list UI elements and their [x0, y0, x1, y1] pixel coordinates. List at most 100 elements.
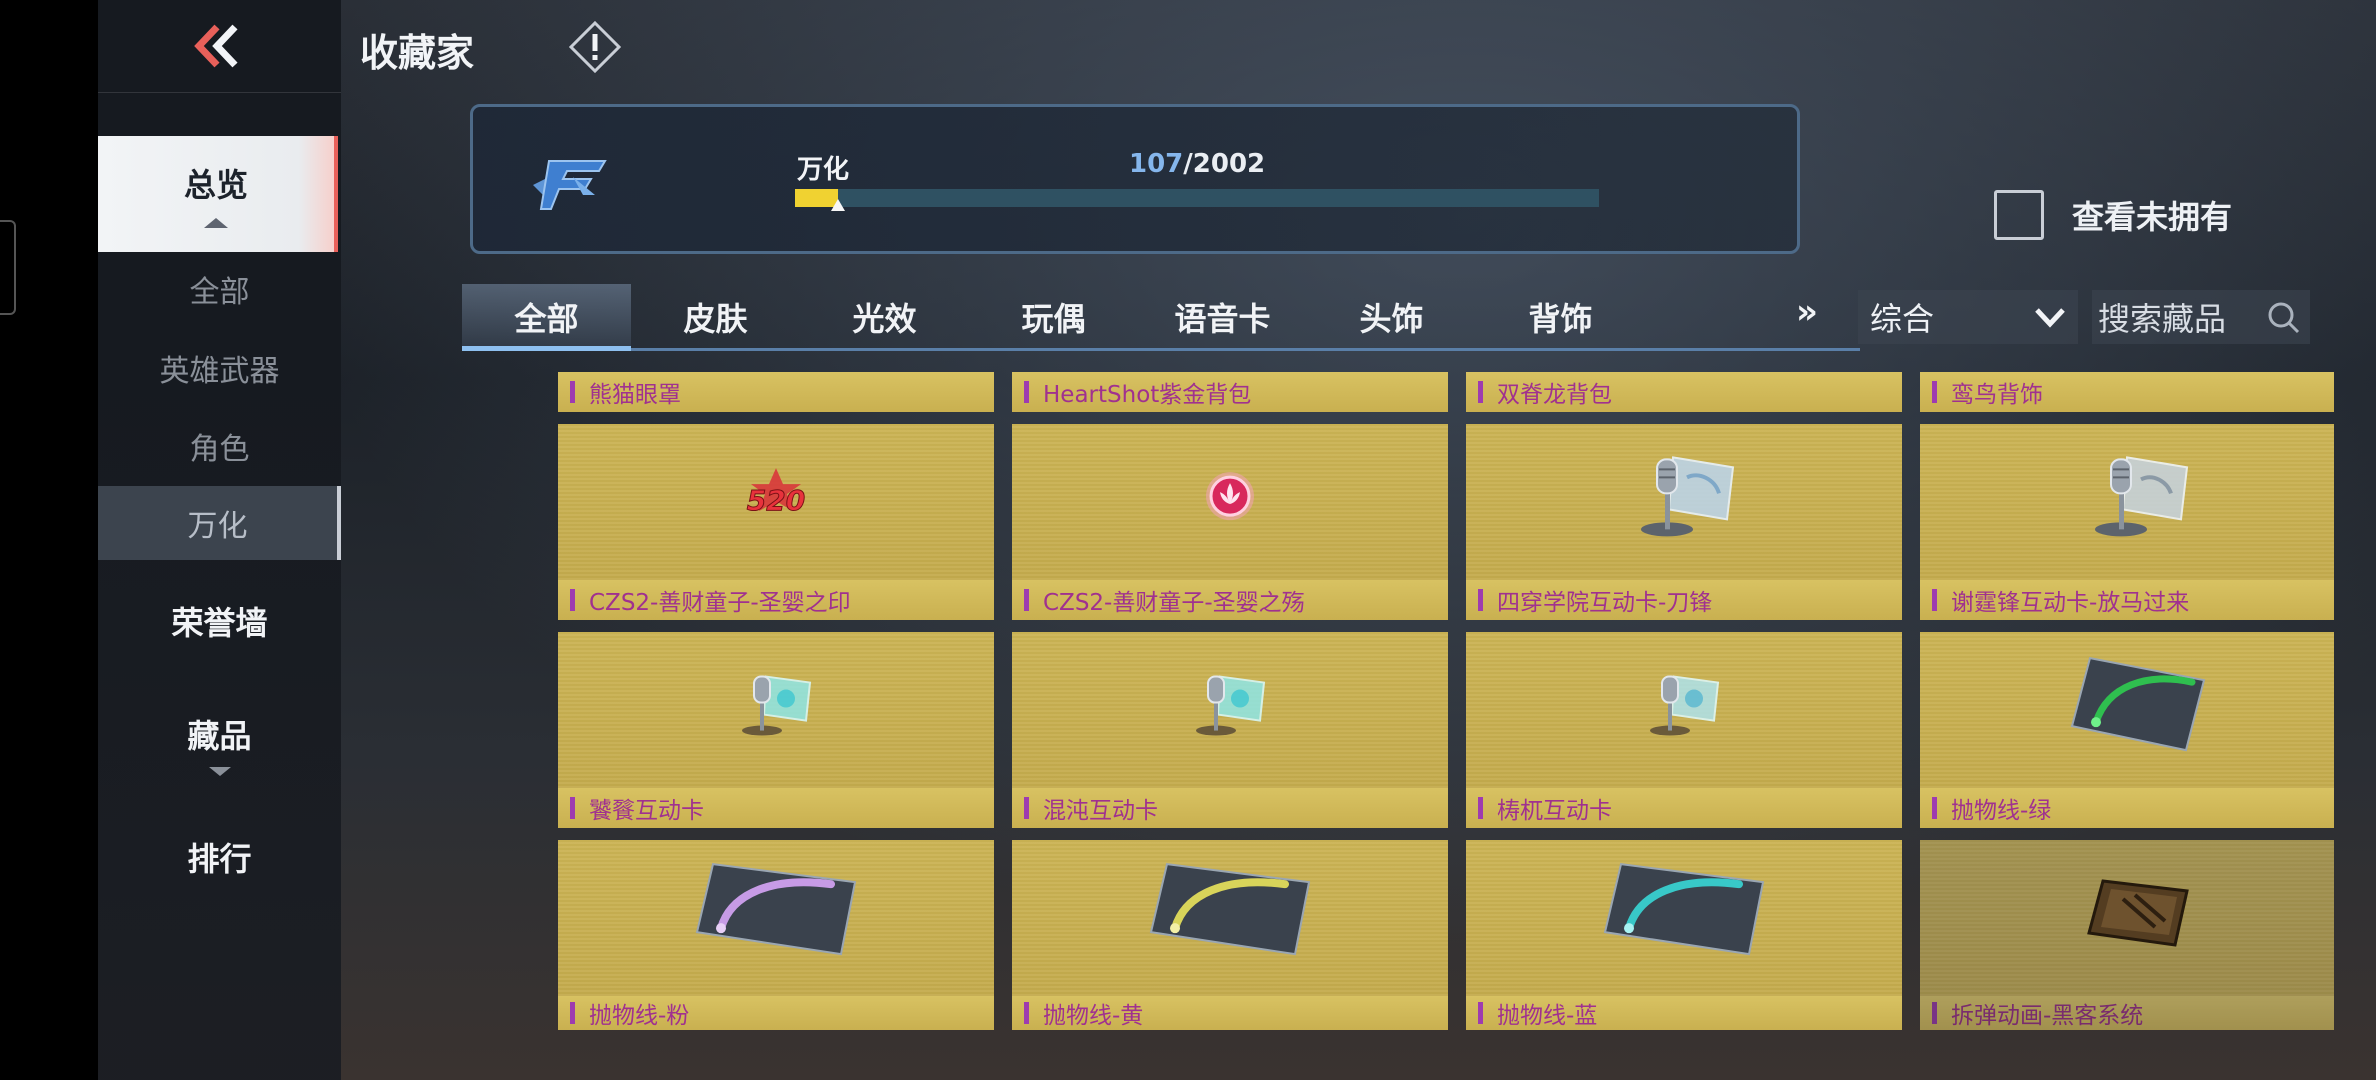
item-name: 抛物线-绿: [1920, 788, 2334, 828]
info-diamond-icon: [568, 20, 622, 77]
sidebar-item-collection[interactable]: 藏品: [98, 706, 341, 780]
item-card[interactable]: 四穿学院互动卡-刀锋: [1466, 424, 1902, 620]
item-card[interactable]: HeartShot紫金背包: [1012, 372, 1448, 412]
sidebar-subitem-wanhua[interactable]: 万化: [98, 486, 341, 560]
item-card[interactable]: CZS2-善财童子-圣婴之殇: [1012, 424, 1448, 620]
item-name: 混沌互动卡: [1012, 788, 1448, 828]
item-name-text: 抛物线-粉: [589, 1003, 690, 1029]
item-thumbnail: [1920, 840, 2334, 996]
item-card[interactable]: 抛物线-粉: [558, 840, 994, 1030]
item-thumbnail: [1466, 632, 1902, 788]
tab-dolls[interactable]: 玩偶: [969, 284, 1138, 350]
show-unowned-label: 查看未拥有: [2072, 198, 2233, 236]
mic-hologram-card-icon: [1644, 669, 1724, 743]
item-name-text: 熊猫眼罩: [589, 382, 681, 408]
item-card[interactable]: 混沌互动卡: [1012, 632, 1448, 828]
mic-hologram-card-icon: [1190, 669, 1270, 743]
parabola-card-icon: [1599, 854, 1769, 968]
page-title: 收藏家: [360, 31, 475, 75]
item-thumbnail: [1012, 632, 1448, 788]
parabola-card-icon: [1145, 854, 1315, 968]
search-input[interactable]: 搜索藏品: [2092, 290, 2310, 344]
item-thumbnail: 520: [558, 424, 994, 580]
item-name-text: 抛物线-黄: [1043, 1003, 1144, 1029]
rarity-bar: [570, 1002, 575, 1024]
sidebar: 总览 全部 英雄武器 角色 万化 荣誉墙 藏品 排行: [98, 0, 341, 1080]
info-button[interactable]: [568, 20, 622, 77]
sidebar-item-label: 排行: [187, 840, 252, 878]
tab-back-accessories[interactable]: 背饰: [1476, 284, 1645, 350]
rarity-bar: [1932, 797, 1937, 819]
lotus-orb-icon: [1200, 466, 1260, 530]
item-card[interactable]: 抛物线-黄: [1012, 840, 1448, 1030]
sidebar-item-label: 总览: [183, 166, 248, 204]
parabola-card-icon: [691, 854, 861, 968]
item-name-text: 四穿学院互动卡-刀锋: [1497, 590, 1713, 616]
sort-value: 综合: [1870, 300, 1935, 338]
progress-current: 107: [1129, 149, 1184, 179]
rarity-bar: [1478, 589, 1483, 611]
item-name: 双脊龙背包: [1466, 372, 1902, 412]
tab-effects[interactable]: 光效: [800, 284, 969, 350]
progress-count: 107/2002: [1129, 149, 1265, 179]
sidebar-divider: [98, 92, 341, 93]
cf-logo-icon: [523, 147, 613, 217]
item-thumbnail: [1012, 424, 1448, 580]
svg-text:520: 520: [747, 484, 805, 517]
tab-all[interactable]: 全部: [462, 284, 631, 350]
sidebar-item-label: 万化: [187, 509, 248, 544]
item-card[interactable]: 520 CZS2-善财童子-圣婴之印: [558, 424, 994, 620]
item-name: 抛物线-蓝: [1466, 996, 1902, 1030]
back-button[interactable]: [188, 22, 244, 74]
rarity-bar: [1024, 589, 1029, 611]
520-badge-icon: 520: [731, 466, 821, 530]
item-name: 梼杌互动卡: [1466, 788, 1902, 828]
item-name-text: 饕餮互动卡: [589, 798, 704, 824]
show-unowned-toggle[interactable]: 查看未拥有: [1994, 190, 2232, 240]
progress-marker-icon: [831, 199, 845, 211]
rarity-bar: [570, 589, 575, 611]
mic-hologram-card-icon: [736, 669, 816, 743]
sidebar-item-overview[interactable]: 总览: [98, 136, 338, 252]
item-card[interactable]: 饕餮互动卡: [558, 632, 994, 828]
mic-hologram-card-icon: [2083, 449, 2193, 543]
search-icon: [2266, 300, 2302, 344]
sidebar-subitem-hero-weapons[interactable]: 英雄武器: [98, 331, 341, 405]
more-tabs-icon[interactable]: »: [1796, 292, 1818, 332]
item-card[interactable]: 抛物线-蓝: [1466, 840, 1902, 1030]
item-name: 饕餮互动卡: [558, 788, 994, 828]
item-name-text: 拆弹动画-黑客系统: [1951, 1003, 2144, 1029]
tab-voice-cards[interactable]: 语音卡: [1138, 284, 1307, 350]
category-tabs: 全部 皮肤 光效 玩偶 语音卡 头饰 背饰: [462, 284, 1860, 352]
rarity-bar: [570, 797, 575, 819]
tab-skins[interactable]: 皮肤: [631, 284, 800, 350]
item-name-text: 谢霆锋互动卡-放马过来: [1951, 590, 2190, 616]
item-card[interactable]: 拆弹动画-黑客系统: [1920, 840, 2334, 1030]
item-name-text: 抛物线-蓝: [1497, 1003, 1598, 1029]
rarity-bar: [1478, 381, 1483, 403]
sidebar-item-honor-wall[interactable]: 荣誉墙: [98, 584, 341, 658]
item-thumbnail: [558, 632, 994, 788]
progress-bar: [795, 189, 1599, 211]
sort-dropdown[interactable]: 综合: [1858, 290, 2078, 344]
item-card[interactable]: 梼杌互动卡: [1466, 632, 1902, 828]
tab-active-indicator: [462, 346, 631, 351]
rarity-bar: [1932, 1002, 1937, 1024]
double-chevron-left-icon: [189, 23, 243, 73]
show-unowned-checkbox[interactable]: [1994, 190, 2044, 240]
tab-headwear[interactable]: 头饰: [1307, 284, 1476, 350]
progress-total: /2002: [1183, 149, 1266, 179]
item-card[interactable]: 熊猫眼罩: [558, 372, 994, 412]
sidebar-item-ranking[interactable]: 排行: [98, 820, 341, 894]
mic-hologram-card-icon: [1629, 449, 1739, 543]
rarity-bar: [570, 381, 575, 403]
hacker-box-icon: [2083, 871, 2193, 955]
sidebar-subitem-all[interactable]: 全部: [98, 252, 341, 326]
item-card[interactable]: 抛物线-绿: [1920, 632, 2334, 828]
item-card[interactable]: 谢霆锋互动卡-放马过来: [1920, 424, 2334, 620]
sidebar-subitem-characters[interactable]: 角色: [98, 409, 341, 483]
item-card[interactable]: 鸾鸟背饰: [1920, 372, 2334, 412]
item-card[interactable]: 双脊龙背包: [1466, 372, 1902, 412]
item-name: 抛物线-黄: [1012, 996, 1448, 1030]
item-grid: 熊猫眼罩 HeartShot紫金背包 双脊龙背包 鸾鸟背饰 520 CZS2-善…: [558, 372, 2334, 1030]
